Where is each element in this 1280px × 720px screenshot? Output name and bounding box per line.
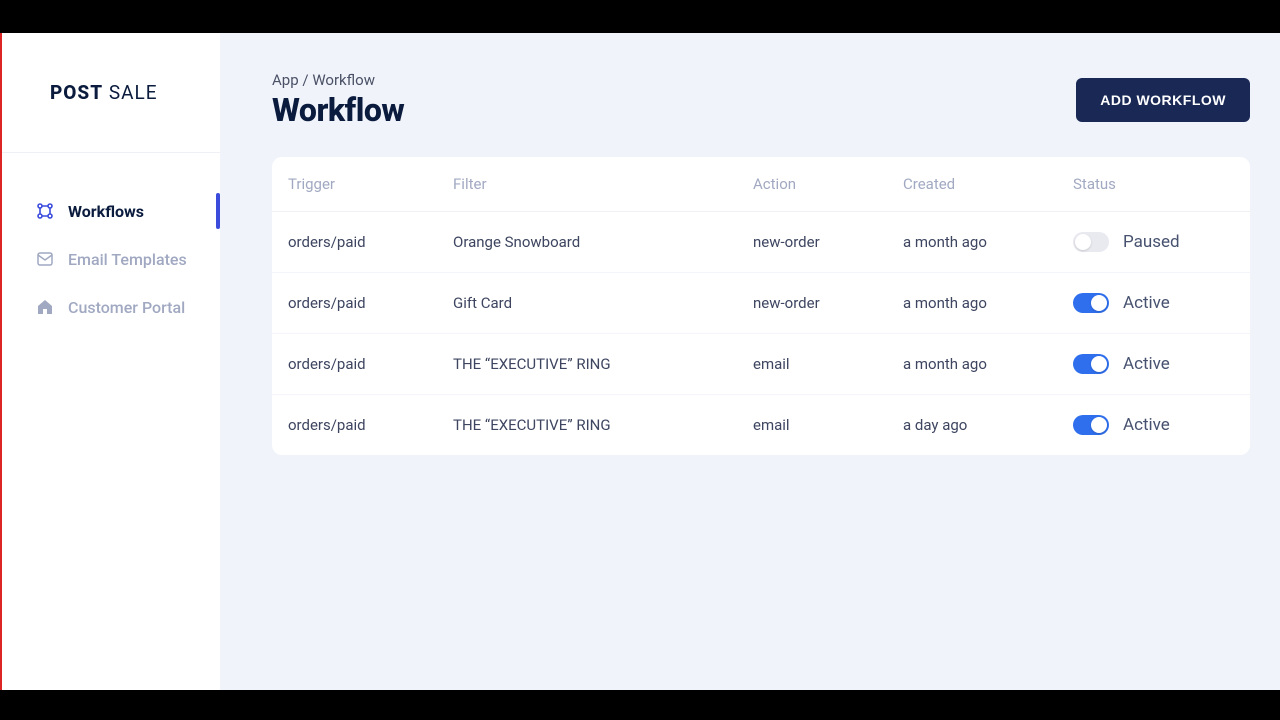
app-frame: POST SALE Workflows	[0, 33, 1280, 690]
status-label: Active	[1123, 293, 1170, 313]
table-row[interactable]: orders/paid Gift Card new-order a month …	[272, 273, 1250, 334]
sidebar-item-workflows[interactable]: Workflows	[2, 191, 220, 231]
cell-action: new-order	[753, 233, 903, 251]
breadcrumb-current[interactable]: Workflow	[312, 71, 375, 89]
status-toggle[interactable]	[1073, 232, 1109, 252]
col-action: Action	[753, 175, 903, 193]
sidebar-item-customer-portal[interactable]: Customer Portal	[2, 287, 220, 327]
status-toggle[interactable]	[1073, 293, 1109, 313]
table-header: Trigger Filter Action Created Status	[272, 157, 1250, 212]
table-row[interactable]: orders/paid THE “EXECUTIVE” RING email a…	[272, 334, 1250, 395]
sidebar: POST SALE Workflows	[2, 33, 220, 690]
table-row[interactable]: orders/paid THE “EXECUTIVE” RING email a…	[272, 395, 1250, 455]
table-row[interactable]: orders/paid Orange Snowboard new-order a…	[272, 212, 1250, 273]
page-title: Workflow	[272, 91, 404, 129]
cell-status: Active	[1073, 354, 1234, 374]
header-left: App / Workflow Workflow	[272, 71, 404, 129]
logo: POST SALE	[2, 33, 220, 153]
breadcrumb-root[interactable]: App	[272, 71, 299, 89]
sidebar-item-label: Workflows	[68, 202, 144, 221]
page-header: App / Workflow Workflow ADD WORKFLOW	[272, 71, 1250, 129]
sidebar-nav: Workflows Email Templates Customer Po	[2, 153, 220, 327]
col-filter: Filter	[453, 175, 753, 193]
col-created: Created	[903, 175, 1073, 193]
main-content: App / Workflow Workflow ADD WORKFLOW Tri…	[220, 33, 1280, 690]
status-label: Active	[1123, 415, 1170, 435]
breadcrumb-sep: /	[302, 71, 308, 89]
status-toggle[interactable]	[1073, 354, 1109, 374]
add-workflow-button[interactable]: ADD WORKFLOW	[1076, 78, 1250, 122]
sidebar-item-label: Email Templates	[68, 250, 187, 269]
cell-created: a month ago	[903, 233, 1073, 251]
cell-filter: THE “EXECUTIVE” RING	[453, 355, 753, 373]
cell-trigger: orders/paid	[288, 233, 453, 251]
status-toggle[interactable]	[1073, 415, 1109, 435]
cell-action: email	[753, 416, 903, 434]
workflows-table: Trigger Filter Action Created Status ord…	[272, 157, 1250, 455]
col-status: Status	[1073, 175, 1234, 193]
sidebar-item-label: Customer Portal	[68, 298, 185, 317]
cell-action: email	[753, 355, 903, 373]
letterbox-top	[0, 0, 1280, 33]
logo-text: POST SALE	[50, 81, 158, 104]
status-label: Paused	[1123, 232, 1180, 252]
cell-created: a day ago	[903, 416, 1073, 434]
cell-filter: THE “EXECUTIVE” RING	[453, 416, 753, 434]
cell-filter: Gift Card	[453, 294, 753, 312]
col-trigger: Trigger	[288, 175, 453, 193]
cell-created: a month ago	[903, 355, 1073, 373]
status-label: Active	[1123, 354, 1170, 374]
cell-status: Active	[1073, 293, 1234, 313]
workflow-icon	[36, 202, 54, 220]
cell-created: a month ago	[903, 294, 1073, 312]
cell-filter: Orange Snowboard	[453, 233, 753, 251]
sidebar-item-email-templates[interactable]: Email Templates	[2, 239, 220, 279]
home-icon	[36, 298, 54, 316]
cell-trigger: orders/paid	[288, 294, 453, 312]
letterbox-bottom	[0, 690, 1280, 720]
logo-part2: SALE	[109, 81, 158, 104]
cell-trigger: orders/paid	[288, 355, 453, 373]
cell-status: Paused	[1073, 232, 1234, 252]
cell-trigger: orders/paid	[288, 416, 453, 434]
logo-part1: POST	[50, 81, 103, 104]
cell-action: new-order	[753, 294, 903, 312]
mail-icon	[36, 250, 54, 268]
breadcrumb: App / Workflow	[272, 71, 404, 89]
cell-status: Active	[1073, 415, 1234, 435]
